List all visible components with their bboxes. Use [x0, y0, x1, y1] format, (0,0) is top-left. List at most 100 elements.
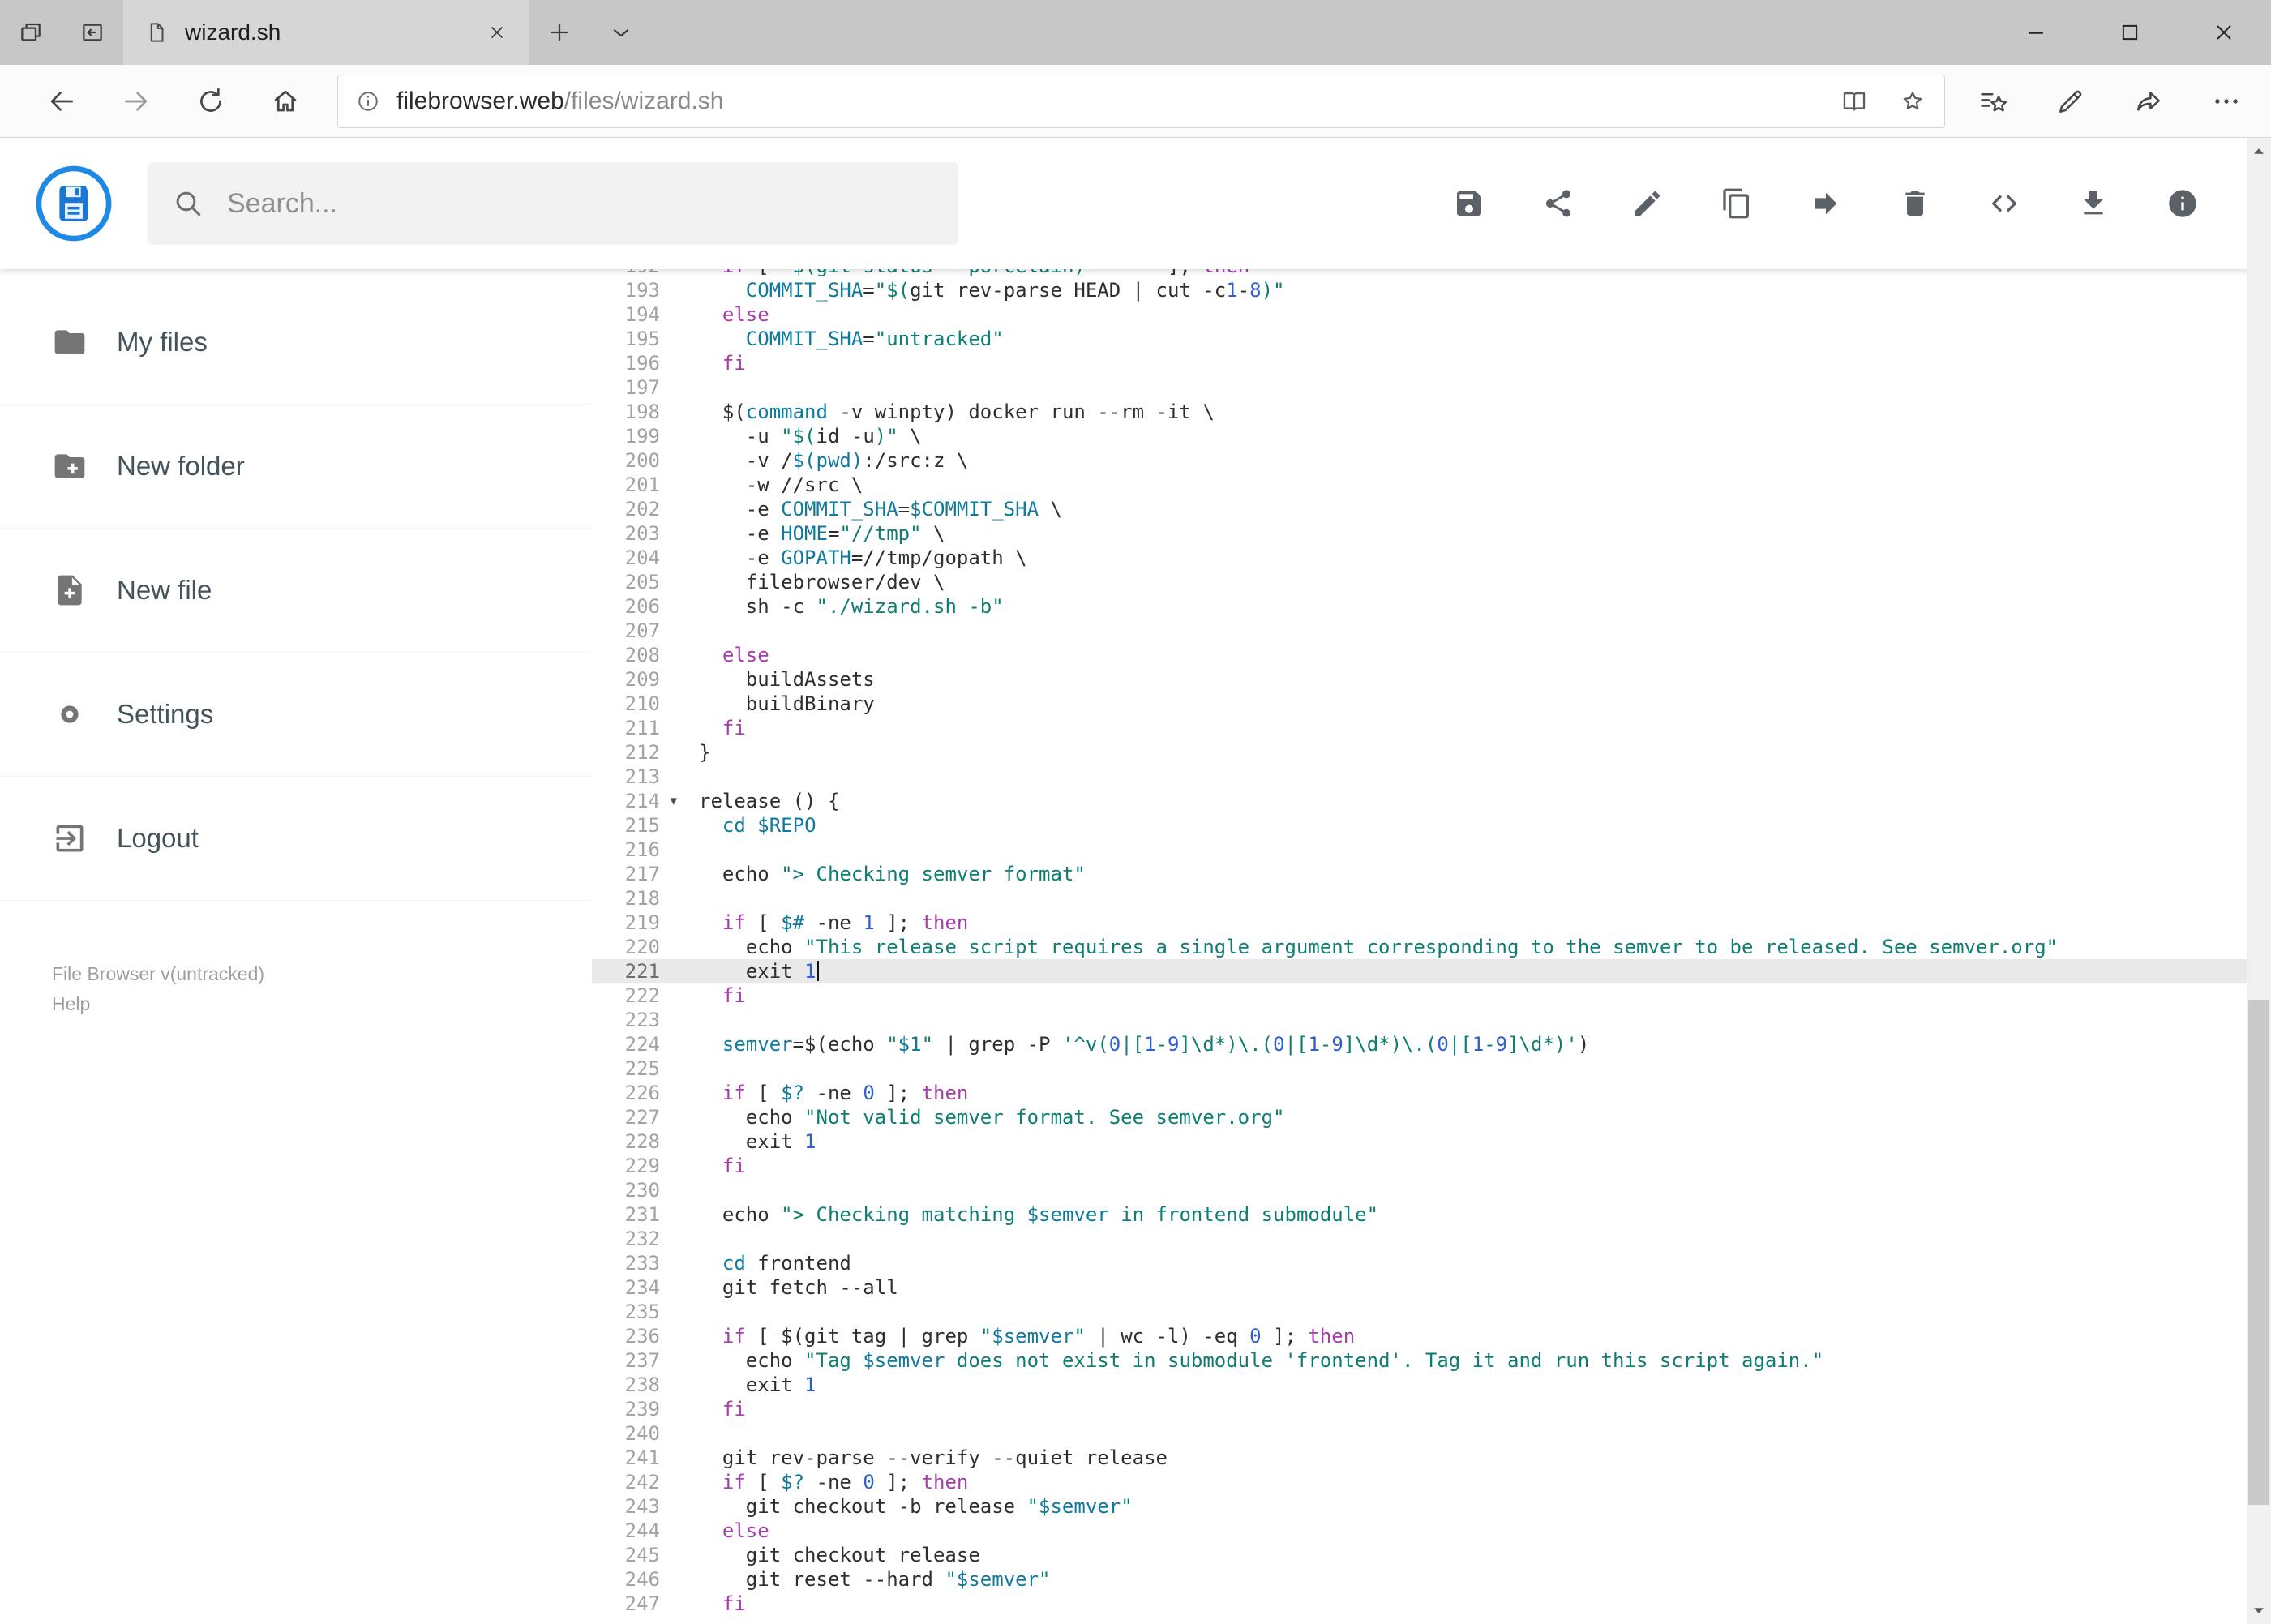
- code-line[interactable]: 229 fi: [592, 1154, 2271, 1178]
- code-line[interactable]: 234 git fetch --all: [592, 1275, 2271, 1300]
- code-line[interactable]: 244 else: [592, 1519, 2271, 1543]
- search-box[interactable]: [148, 162, 958, 245]
- move-button[interactable]: [1809, 186, 1843, 221]
- code-line[interactable]: 197: [592, 375, 2271, 400]
- web-note-button[interactable]: [2055, 86, 2086, 117]
- code-line[interactable]: 201 -w //src \: [592, 473, 2271, 497]
- save-button[interactable]: [1452, 186, 1486, 221]
- copy-button[interactable]: [1720, 186, 1754, 221]
- help-link[interactable]: Help: [52, 989, 90, 1019]
- sidebar-item-new-file[interactable]: New file: [0, 529, 592, 653]
- add-favorite-button[interactable]: [1899, 88, 1926, 115]
- tab-preview-chevron[interactable]: [590, 0, 652, 65]
- close-button[interactable]: [2177, 0, 2271, 65]
- code-line[interactable]: 240: [592, 1421, 2271, 1446]
- tab-close-icon[interactable]: [486, 22, 508, 43]
- code-line[interactable]: 198 $(command -v winpty) docker run --rm…: [592, 400, 2271, 424]
- code-line[interactable]: 216: [592, 838, 2271, 862]
- reading-view-button[interactable]: [1840, 88, 1868, 115]
- code-line[interactable]: 206 sh -c "./wizard.sh -b": [592, 594, 2271, 619]
- delete-button[interactable]: [1898, 186, 1932, 221]
- code-line[interactable]: 224 semver=$(echo "$1" | grep -P '^v(0|[…: [592, 1032, 2271, 1056]
- code-line[interactable]: 236 if [ $(git tag | grep "$semver" | wc…: [592, 1324, 2271, 1348]
- code-line[interactable]: 193 COMMIT_SHA="$(git rev-parse HEAD | c…: [592, 278, 2271, 302]
- code-line[interactable]: 200 -v /$(pwd):/src:z \: [592, 448, 2271, 473]
- info-button[interactable]: [2166, 186, 2200, 221]
- code-line[interactable]: 204 -e GOPATH=//tmp/gopath \: [592, 546, 2271, 570]
- code-line[interactable]: 212}: [592, 740, 2271, 765]
- code-line[interactable]: 202 -e COMMIT_SHA=$COMMIT_SHA \: [592, 497, 2271, 521]
- sidebar-item-my-files[interactable]: My files: [0, 281, 592, 405]
- refresh-button[interactable]: [174, 72, 248, 131]
- forward-button[interactable]: [99, 72, 174, 131]
- code-line[interactable]: 239 fi: [592, 1397, 2271, 1421]
- minimize-button[interactable]: [1989, 0, 2083, 65]
- code-line[interactable]: 227 echo "Not valid semver format. See s…: [592, 1105, 2271, 1129]
- set-tabs-aside-button[interactable]: [62, 0, 123, 65]
- code-line[interactable]: 208 else: [592, 643, 2271, 667]
- code-editor[interactable]: 192 if [ "$(git status --porcelain)" = "…: [592, 269, 2271, 1624]
- code-line[interactable]: 213: [592, 765, 2271, 789]
- page-scrollbar[interactable]: [2247, 138, 2271, 1624]
- scroll-down-arrow[interactable]: [2247, 1596, 2271, 1624]
- sidebar-item-new-folder[interactable]: New folder: [0, 405, 592, 529]
- sidebar-item-settings[interactable]: Settings: [0, 653, 592, 777]
- code-line[interactable]: 232: [592, 1227, 2271, 1251]
- code-line[interactable]: 199 -u "$(id -u)" \: [592, 424, 2271, 448]
- scrollbar-thumb[interactable]: [2248, 1000, 2269, 1506]
- code-line[interactable]: 231 echo "> Checking matching $semver in…: [592, 1202, 2271, 1227]
- code-line[interactable]: 228 exit 1: [592, 1129, 2271, 1154]
- sidebar-item-logout[interactable]: Logout: [0, 777, 592, 901]
- code-line[interactable]: 196 fi: [592, 351, 2271, 375]
- code-line[interactable]: 223: [592, 1008, 2271, 1032]
- site-info-icon[interactable]: [356, 89, 380, 114]
- code-line[interactable]: 246 git reset --hard "$semver": [592, 1567, 2271, 1592]
- code-line[interactable]: 219 if [ $# -ne 1 ]; then: [592, 911, 2271, 935]
- search-input[interactable]: [225, 186, 934, 221]
- code-line[interactable]: 203 -e HOME="//tmp" \: [592, 521, 2271, 546]
- favorites-hub-button[interactable]: [1977, 86, 2008, 117]
- code-line[interactable]: 205 filebrowser/dev \: [592, 570, 2271, 594]
- share-button[interactable]: [2133, 86, 2164, 117]
- code-line[interactable]: 221 exit 1: [592, 959, 2271, 983]
- code-line[interactable]: 195 COMMIT_SHA="untracked": [592, 327, 2271, 351]
- code-line[interactable]: 243 git checkout -b release "$semver": [592, 1494, 2271, 1519]
- address-bar[interactable]: filebrowser.web/files/wizard.sh: [337, 74, 1945, 128]
- fold-toggle-icon[interactable]: ▾: [670, 789, 677, 813]
- download-button[interactable]: [2076, 186, 2110, 221]
- code-line[interactable]: 238 exit 1: [592, 1373, 2271, 1397]
- code-line[interactable]: 192 if [ "$(git status --porcelain)" = "…: [592, 269, 2271, 278]
- code-line[interactable]: 230: [592, 1178, 2271, 1202]
- code-line[interactable]: 235: [592, 1300, 2271, 1324]
- code-line[interactable]: 209 buildAssets: [592, 667, 2271, 692]
- code-line[interactable]: 242 if [ $? -ne 0 ]; then: [592, 1470, 2271, 1494]
- code-line[interactable]: 245 git checkout release: [592, 1543, 2271, 1567]
- code-line[interactable]: 220 echo "This release script requires a…: [592, 935, 2271, 959]
- code-line[interactable]: 241 git rev-parse --verify --quiet relea…: [592, 1446, 2271, 1470]
- code-line[interactable]: 215 cd $REPO: [592, 813, 2271, 838]
- code-line[interactable]: 210 buildBinary: [592, 692, 2271, 716]
- code-line[interactable]: 225: [592, 1056, 2271, 1081]
- maximize-button[interactable]: [2083, 0, 2177, 65]
- code-line[interactable]: 233 cd frontend: [592, 1251, 2271, 1275]
- code-line[interactable]: 217 echo "> Checking semver format": [592, 862, 2271, 886]
- new-tab-button[interactable]: [529, 0, 590, 65]
- code-line[interactable]: 211 fi: [592, 716, 2271, 740]
- code-line[interactable]: 214 ▾ release () {: [592, 789, 2271, 813]
- code-line[interactable]: 222 fi: [592, 983, 2271, 1008]
- code-line[interactable]: 218: [592, 886, 2271, 911]
- home-button[interactable]: [248, 72, 323, 131]
- more-menu-button[interactable]: [2211, 86, 2242, 117]
- code-line[interactable]: 207: [592, 619, 2271, 643]
- browser-tab-wizard-sh[interactable]: wizard.sh: [123, 0, 529, 65]
- scroll-up-arrow[interactable]: [2247, 138, 2271, 165]
- code-line[interactable]: 194 else: [592, 302, 2271, 327]
- rename-button[interactable]: [1630, 186, 1665, 221]
- code-line[interactable]: 237 echo "Tag $semver does not exist in …: [592, 1348, 2271, 1373]
- share-file-button[interactable]: [1541, 186, 1575, 221]
- back-button[interactable]: [24, 72, 99, 131]
- tab-preview-button[interactable]: [0, 0, 62, 65]
- code-line[interactable]: 247 fi: [592, 1592, 2271, 1616]
- raw-code-button[interactable]: [1987, 186, 2021, 221]
- code-line[interactable]: 226 if [ $? -ne 0 ]; then: [592, 1081, 2271, 1105]
